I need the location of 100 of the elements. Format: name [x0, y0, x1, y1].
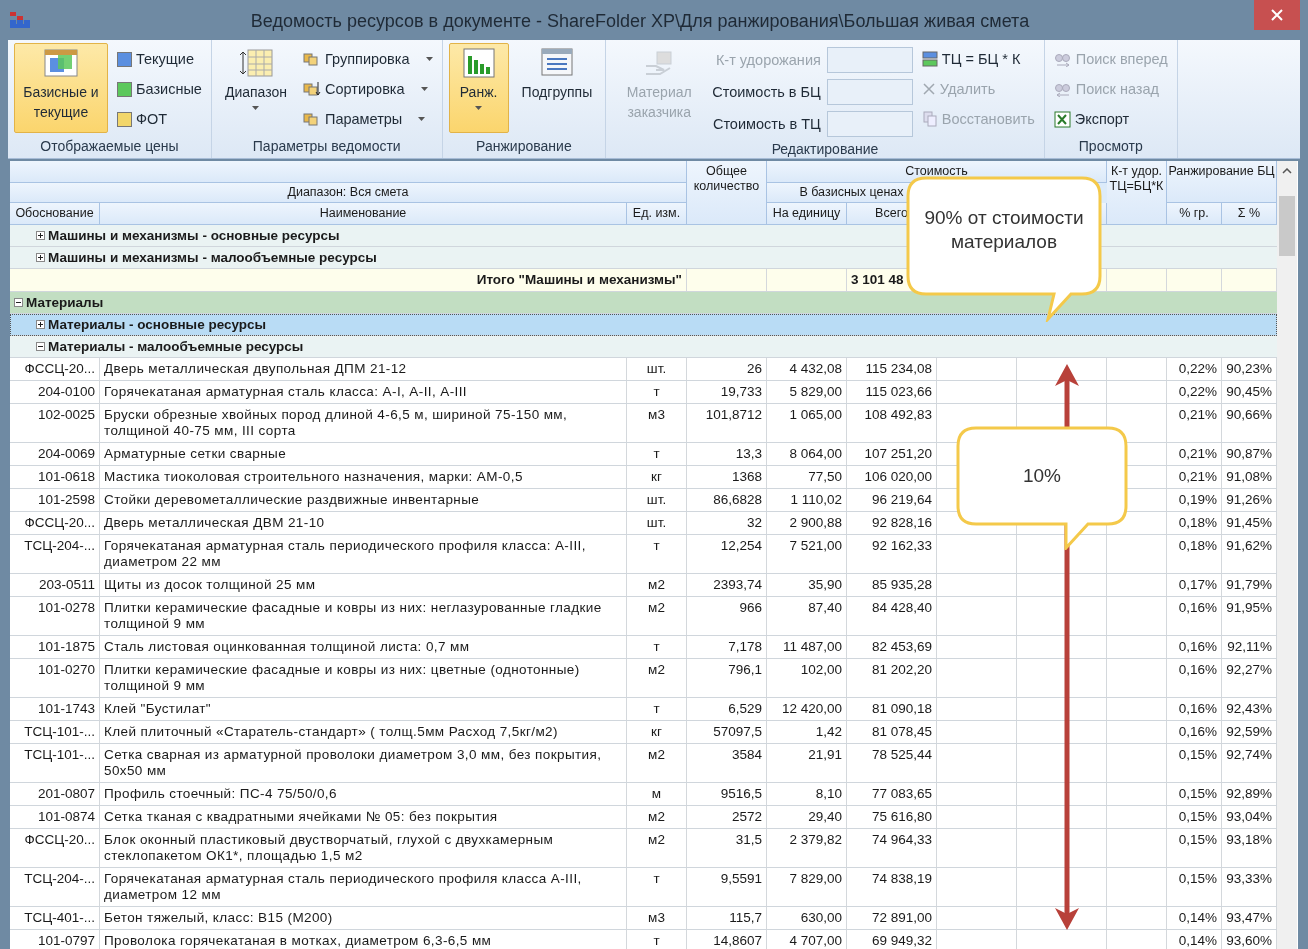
- table-cell: 101-0797: [10, 930, 100, 949]
- group-label: Ранжирование: [475, 137, 573, 156]
- table-cell: ТСЦ-204-...: [10, 868, 100, 906]
- table-cell: т: [627, 930, 687, 949]
- form-icon: [540, 48, 573, 78]
- table-cell: Дверь металлическая двупольная ДПМ 21-12: [100, 358, 627, 380]
- table-cell: 203-0511: [10, 574, 100, 596]
- table-cell: 102,00: [767, 659, 847, 697]
- table-cell: 0,15%: [1167, 744, 1222, 782]
- table-cell: Плитки керамические фасадные и ковры из них: цветные (однотонные) толщиной 9 мм: [100, 659, 627, 697]
- table-cell: кг: [627, 466, 687, 488]
- table-cell: 72 891,00: [847, 907, 937, 929]
- table-cell: 0,22%: [1167, 358, 1222, 380]
- ribbon-button[interactable]: Ранж.: [448, 43, 509, 133]
- table-cell: Блок оконный пластиковый двустворчатый, глухой с двухкамерным стеклопакетом ОК1*, площадью 1,5 м2: [100, 829, 627, 867]
- total-label: Итого "Машины и механизмы": [10, 269, 687, 291]
- table-cell: 102-0025: [10, 404, 100, 442]
- table-cell: 14,8607: [687, 930, 767, 949]
- table-cell: 101,8712: [687, 404, 767, 442]
- ribbon-button[interactable]: Подгруппы: [514, 43, 600, 133]
- table-cell: Сетка сварная из арматурной проволоки диаметром 3,0 мм, без покрытия, 50x50 мм: [100, 744, 627, 782]
- table-cell: 1 110,02: [767, 489, 847, 511]
- settings-icon: [303, 111, 321, 127]
- table-cell: 69 949,32: [847, 930, 937, 949]
- collapse-icon[interactable]: [14, 298, 23, 307]
- ribbon-button[interactable]: Текущие: [114, 45, 205, 73]
- collapse-icon[interactable]: [36, 342, 45, 351]
- expand-icon[interactable]: [36, 320, 45, 329]
- table-cell: 0,22%: [1167, 381, 1222, 403]
- group-label: Материалы: [26, 295, 104, 310]
- table-cell: Горячекатаная арматурная сталь периодического профиля класса А-III, диаметром 12 мм: [100, 868, 627, 906]
- ribbon-button[interactable]: Экспорт: [1050, 105, 1171, 133]
- table-cell: 75 616,80: [847, 806, 937, 828]
- table-cell: 0,16%: [1167, 659, 1222, 697]
- table-cell: 0,15%: [1167, 829, 1222, 867]
- table-cell: 796,1: [687, 659, 767, 697]
- binoculars-icon: [1053, 51, 1072, 67]
- ribbon-button[interactable]: Диапазон: [217, 43, 294, 133]
- group-label: Материалы - малообъемные ресурсы: [48, 339, 304, 354]
- group-label: Параметры ведомости: [251, 137, 402, 156]
- expand-icon[interactable]: [36, 231, 45, 240]
- table-cell: 630,00: [767, 907, 847, 929]
- input-field[interactable]: [826, 111, 913, 137]
- table-cell: т: [627, 868, 687, 906]
- scroll-thumb[interactable]: [1279, 196, 1295, 256]
- table-cell: м3: [627, 404, 687, 442]
- ribbon-button[interactable]: Группировка: [300, 45, 436, 73]
- table-cell: 201-0807: [10, 783, 100, 805]
- table-cell: 8,10: [767, 783, 847, 805]
- close-button[interactable]: [1254, 0, 1300, 30]
- table-cell: 107 251,20: [847, 443, 937, 465]
- table-cell: 81 202,20: [847, 659, 937, 697]
- group-label: Машины и механизмы - малообъемные ресурсы: [48, 250, 377, 265]
- table-cell: 0,17%: [1167, 574, 1222, 596]
- table-cell: 101-0278: [10, 597, 100, 635]
- table-cell: м2: [627, 574, 687, 596]
- ribbon-button[interactable]: Параметры: [300, 105, 436, 133]
- group-row[interactable]: Материалы - основные ресурсы: [10, 314, 1277, 336]
- input-field[interactable]: [826, 79, 913, 105]
- table-cell: 8 064,00: [767, 443, 847, 465]
- ribbon-button[interactable]: ТЦ = БЦ * К: [918, 45, 1038, 73]
- column-header: Наименование: [100, 203, 627, 225]
- table-cell: Профиль стоечный: ПС-4 75/50/0,6: [100, 783, 627, 805]
- ribbon-button[interactable]: ФОТ: [114, 105, 205, 133]
- column-header: К-т удор. ТЦ=БЦ*К: [1107, 161, 1167, 225]
- table-cell: 0,18%: [1167, 512, 1222, 534]
- table-cell: 12,254: [687, 535, 767, 573]
- callout: 90% от стоимости материалов: [906, 176, 1102, 322]
- field-label: Стоимость в БЦ: [712, 84, 821, 100]
- group-row[interactable]: Материалы - малообъемные ресурсы: [10, 336, 1277, 358]
- table-cell: 101-1743: [10, 698, 100, 720]
- table-cell: 3584: [687, 744, 767, 782]
- table-cell: м2: [627, 659, 687, 697]
- expand-icon[interactable]: [36, 253, 45, 262]
- group-row[interactable]: Материалы: [10, 292, 1277, 314]
- table-cell: Щиты из досок толщиной 25 мм: [100, 574, 627, 596]
- bar-chart-icon: [462, 48, 495, 78]
- table-cell: 101-0270: [10, 659, 100, 697]
- table-cell: 0,21%: [1167, 404, 1222, 442]
- table-cell: 2572: [687, 806, 767, 828]
- scroll-up-icon[interactable]: [1282, 168, 1292, 174]
- ribbon-button[interactable]: Базисные: [114, 75, 205, 103]
- field-label: Стоимость в ТЦ: [712, 116, 821, 132]
- scrollbar[interactable]: [1277, 161, 1297, 949]
- table-cell: 115,7: [687, 907, 767, 929]
- spreadsheet-icon: [1053, 110, 1071, 128]
- ribbon-button[interactable]: Сортировка: [300, 75, 436, 103]
- table-cell: 31,5: [687, 829, 767, 867]
- table-cell: ФССЦ-20...: [10, 512, 100, 534]
- table-cell: 7 521,00: [767, 535, 847, 573]
- table-cell: м3: [627, 907, 687, 929]
- table-cell: т: [627, 535, 687, 573]
- ribbon-button[interactable]: Базисные и текущие: [14, 43, 108, 133]
- group-label: Машины и механизмы - основные ресурсы: [48, 228, 340, 243]
- table-cell: 1368: [687, 466, 767, 488]
- table-cell: 13,3: [687, 443, 767, 465]
- table-cell: Бруски обрезные хвойных пород длиной 4-6,5 м, шириной 75-150 мм, толщиной 40-75 мм, III сорта: [100, 404, 627, 442]
- table-cell: 81 078,45: [847, 721, 937, 743]
- callout: 10%: [956, 426, 1128, 550]
- table-cell: ТСЦ-101-...: [10, 721, 100, 743]
